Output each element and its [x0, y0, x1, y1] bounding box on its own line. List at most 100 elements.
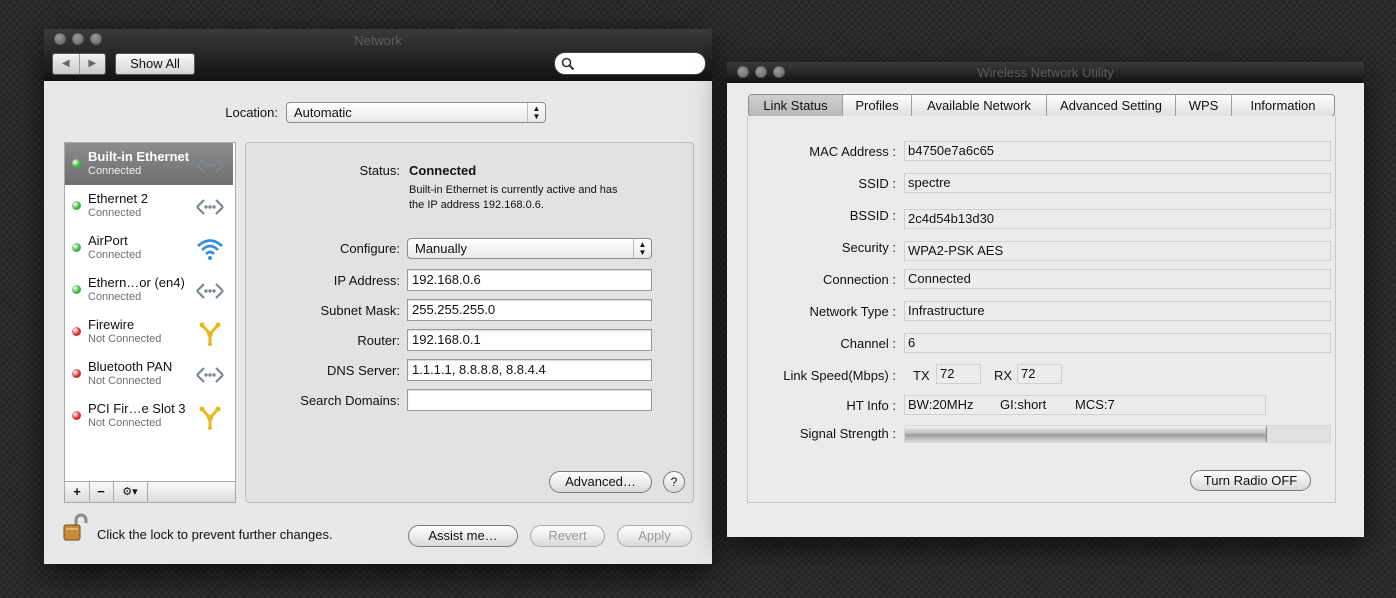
- search-domains-label: Search Domains:: [300, 393, 400, 408]
- service-item[interactable]: Ethernet 2 Connected: [65, 185, 233, 227]
- ip-field[interactable]: 192.168.0.6: [407, 269, 652, 291]
- location-value: Automatic: [294, 105, 352, 120]
- configure-label: Configure:: [340, 241, 400, 256]
- service-name: Ethern…or (en4): [88, 275, 185, 290]
- tab-wps[interactable]: WPS: [1176, 95, 1232, 116]
- window-title: Network: [354, 33, 402, 48]
- tab-profiles[interactable]: Profiles: [843, 95, 912, 116]
- dns-label: DNS Server:: [327, 363, 400, 378]
- ssid-value: spectre: [904, 173, 1331, 193]
- tab-available-network[interactable]: Available Network: [912, 95, 1047, 116]
- popup-arrows-icon: ▲ ▼: [633, 239, 651, 258]
- ht-mcs: MCS:7: [1075, 397, 1115, 412]
- wireless-titlebar: Wireless Network Utility: [727, 62, 1364, 83]
- ssid-label: SSID :: [858, 176, 896, 191]
- service-name: AirPort: [88, 233, 128, 248]
- tab-advanced-setting[interactable]: Advanced Setting: [1047, 95, 1176, 116]
- ht-info-label: HT Info :: [846, 398, 896, 413]
- security-value: WPA2-PSK AES: [904, 241, 1331, 261]
- wifi-icon: [195, 236, 225, 262]
- router-label: Router:: [357, 333, 400, 348]
- service-name: Built-in Ethernet: [88, 149, 190, 164]
- service-item[interactable]: Firewire Not Connected: [65, 311, 233, 353]
- service-name: Bluetooth PAN: [88, 359, 173, 374]
- network-titlebar: Network ◀ ▶ Show All: [44, 29, 712, 81]
- service-status: Connected: [88, 291, 142, 303]
- channel-label: Channel :: [840, 336, 896, 351]
- forward-icon[interactable]: ▶: [80, 54, 106, 74]
- lock-icon[interactable]: [62, 513, 90, 543]
- tx-label: TX: [913, 368, 930, 383]
- ethernet-icon: [195, 362, 225, 388]
- connection-label: Connection :: [823, 272, 896, 287]
- service-status: Not Connected: [88, 375, 162, 387]
- rx-label: RX: [994, 368, 1013, 383]
- status-label: Status:: [359, 163, 400, 178]
- service-item[interactable]: Ethern…or (en4) Connected: [65, 269, 233, 311]
- ethernet-icon: [195, 152, 225, 178]
- service-name: PCI Fir…e Slot 3: [88, 401, 186, 416]
- dns-field[interactable]: 1.1.1.1, 8.8.8.8, 8.8.4.4: [407, 359, 652, 381]
- help-button[interactable]: ?: [663, 471, 685, 493]
- location-popup[interactable]: Automatic ▲ ▼: [286, 102, 546, 123]
- security-label: Security :: [841, 240, 896, 255]
- show-all-button[interactable]: Show All: [115, 53, 195, 75]
- ht-bw: BW:20MHz: [908, 397, 974, 412]
- ht-gi: GI:short: [1000, 397, 1047, 412]
- search-domains-field[interactable]: [407, 389, 652, 411]
- rx-value: 72: [1017, 364, 1062, 384]
- wireless-window: Wireless Network Utility Link Status Pro…: [727, 62, 1364, 537]
- network-type-value: Infrastructure: [904, 301, 1331, 321]
- revert-button[interactable]: Revert: [530, 525, 605, 547]
- service-item[interactable]: PCI Fir…e Slot 3 Not Connected: [65, 395, 233, 437]
- advanced-button[interactable]: Advanced…: [549, 471, 652, 493]
- service-status: Connected: [88, 165, 142, 177]
- router-field[interactable]: 192.168.0.1: [407, 329, 652, 351]
- service-item[interactable]: Bluetooth PAN Not Connected: [65, 353, 233, 395]
- detail-panel: Status: Connected Built-in Ethernet is c…: [245, 142, 694, 503]
- signal-strength-fill: [905, 426, 1268, 442]
- tab-information[interactable]: Information: [1232, 95, 1334, 116]
- assist-button[interactable]: Assist me…: [408, 525, 518, 547]
- add-service-button[interactable]: +: [65, 482, 90, 502]
- status-dot-icon: [72, 369, 81, 378]
- status-dot-icon: [72, 201, 81, 210]
- apply-button[interactable]: Apply: [617, 525, 692, 547]
- firewire-icon: [195, 404, 225, 430]
- gear-menu-button[interactable]: ⚙▾: [113, 482, 148, 502]
- network-window: Network ◀ ▶ Show All Location: Automatic…: [44, 29, 712, 564]
- configure-popup[interactable]: Manually ▲ ▼: [407, 238, 652, 259]
- service-item[interactable]: Built-in Ethernet Connected: [65, 143, 233, 185]
- bssid-value: 2c4d54b13d30: [904, 209, 1331, 229]
- bssid-label: BSSID :: [849, 208, 896, 223]
- window-title: Wireless Network Utility: [977, 65, 1114, 80]
- channel-value: 6: [904, 333, 1331, 353]
- mac-value: b4750e7a6c65: [904, 141, 1331, 161]
- service-status: Not Connected: [88, 417, 162, 429]
- popup-arrows-icon: ▲ ▼: [527, 103, 545, 122]
- tab-bar: Link Status Profiles Available Network A…: [748, 94, 1335, 117]
- status-dot-icon: [72, 411, 81, 420]
- status-value: Connected: [409, 163, 477, 178]
- link-speed-label: Link Speed(Mbps) :: [783, 368, 896, 383]
- back-icon[interactable]: ◀: [53, 54, 80, 74]
- service-status: Connected: [88, 207, 142, 219]
- turn-radio-off-button[interactable]: Turn Radio OFF: [1190, 470, 1311, 491]
- subnet-field[interactable]: 255.255.255.0: [407, 299, 652, 321]
- back-forward-buttons: ◀ ▶: [52, 53, 106, 75]
- status-description-2: the IP address 192.168.0.6.: [409, 199, 544, 211]
- configure-value: Manually: [415, 241, 468, 256]
- search-field[interactable]: [554, 52, 706, 75]
- service-name: Firewire: [88, 317, 135, 332]
- tab-link-status[interactable]: Link Status: [749, 95, 843, 116]
- service-item[interactable]: AirPort Connected: [65, 227, 233, 269]
- service-status: Connected: [88, 249, 142, 261]
- search-icon: [561, 57, 575, 71]
- signal-strength-label: Signal Strength :: [799, 426, 896, 441]
- ip-label: IP Address:: [333, 273, 400, 288]
- service-list: Built-in Ethernet Connected Ethernet 2 Conn…: [64, 142, 236, 503]
- tx-value: 72: [936, 364, 981, 384]
- ht-info-value: BW:20MHz GI:short MCS:7: [904, 395, 1266, 415]
- remove-service-button[interactable]: −: [89, 482, 114, 502]
- connection-value: Connected: [904, 269, 1331, 289]
